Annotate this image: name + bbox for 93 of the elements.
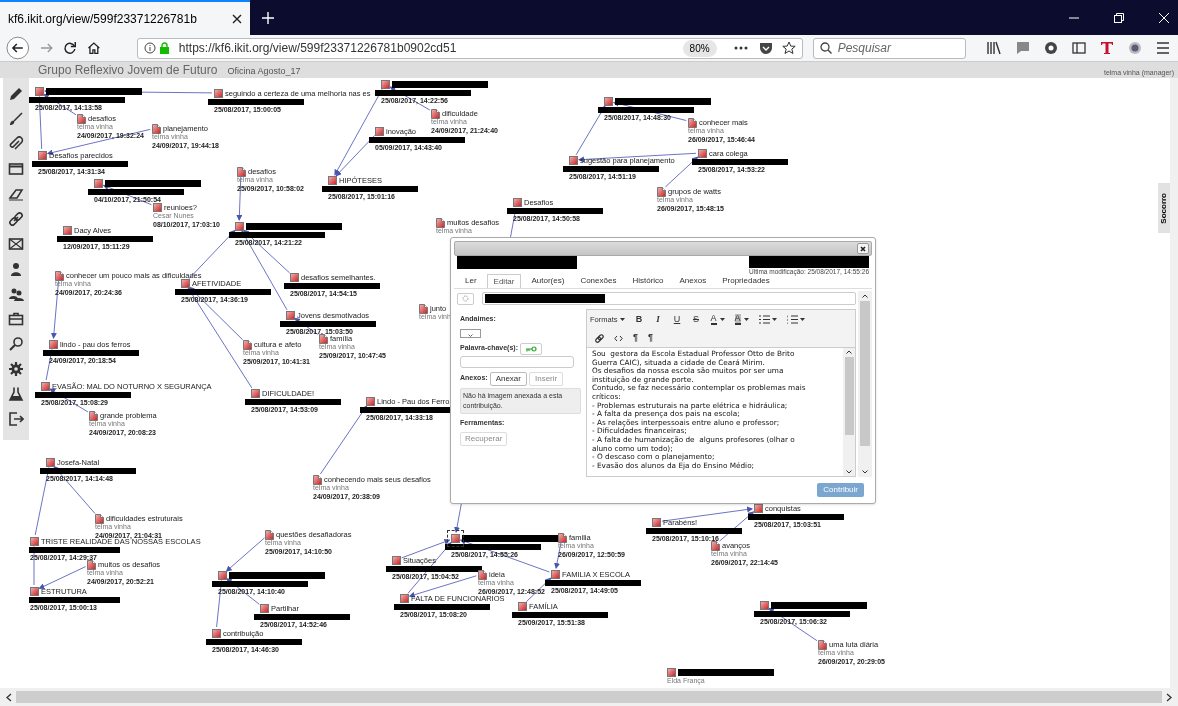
speech-bubble-icon[interactable] — [1016, 41, 1030, 55]
dialog-tab[interactable]: Autor(es) — [523, 274, 573, 288]
address-bar[interactable]: https://kf6.ikit.org/view/599f23371226781b0902cd51 80% — [136, 37, 803, 59]
pencil-icon[interactable] — [8, 86, 24, 102]
close-icon — [860, 245, 866, 252]
dialog-tab[interactable]: Histórico — [624, 274, 672, 288]
search-field[interactable]: Pesquisar — [812, 37, 966, 59]
person-icon[interactable] — [8, 261, 24, 277]
info-icon[interactable] — [143, 42, 156, 54]
zoom-level[interactable]: 80% — [682, 39, 717, 57]
link-arrow — [225, 537, 265, 572]
caret-icon — [743, 318, 749, 321]
code-icon[interactable] — [614, 334, 623, 342]
window-icon[interactable] — [8, 161, 24, 177]
eraser-icon[interactable] — [8, 186, 24, 202]
menu-icon[interactable] — [1156, 42, 1170, 54]
view-title: Oficina Agosto_17 — [227, 65, 301, 78]
reload-icon[interactable] — [63, 41, 78, 55]
forward-icon[interactable] — [39, 41, 54, 55]
url-text: https://kf6.ikit.org/view/599f23371226781b0902cd51 — [178, 40, 457, 57]
logout-icon[interactable] — [8, 411, 24, 427]
attachment-button[interactable]: Anexar — [489, 371, 527, 386]
browser-tab[interactable]: kf6.ikit.org/view/599f23371226781b — [0, 0, 250, 35]
link-arrow — [319, 405, 368, 475]
home-icon[interactable] — [87, 41, 101, 55]
scrollbar-thumb[interactable] — [16, 691, 1162, 703]
restore-icon[interactable] — [1113, 11, 1125, 24]
document-icon[interactable] — [478, 569, 487, 580]
title-field[interactable] — [482, 292, 856, 305]
link-icon[interactable] — [8, 211, 24, 227]
tab-title: kf6.ikit.org/view/599f23371226781b — [8, 10, 198, 28]
more-icon[interactable] — [733, 46, 748, 50]
format-button[interactable]: S — [691, 312, 701, 327]
scroll-down-icon[interactable] — [862, 470, 869, 474]
keyword-field[interactable] — [460, 355, 574, 368]
eye-icon[interactable] — [1044, 41, 1058, 55]
numbered-list-icon[interactable] — [786, 315, 805, 324]
vertical-scrollbar[interactable] — [1170, 78, 1178, 688]
ltr-button[interactable]: ¶ — [633, 331, 638, 345]
document-icon[interactable] — [711, 540, 720, 551]
scroll-up-icon[interactable] — [846, 350, 853, 354]
format-button[interactable]: B — [634, 312, 644, 327]
shield-icon[interactable] — [758, 41, 773, 55]
format-button[interactable]: U — [672, 312, 682, 327]
dialog-tab[interactable]: Anexos — [671, 274, 715, 288]
caret-icon — [468, 333, 473, 337]
flask-icon[interactable] — [8, 386, 24, 402]
circle-icon[interactable] — [1128, 41, 1142, 55]
brush-icon[interactable] — [8, 111, 24, 127]
settings-icon[interactable] — [8, 361, 24, 377]
back-icon[interactable] — [6, 36, 30, 60]
link-icon[interactable] — [595, 333, 604, 343]
community-title: Grupo Reflexivo Jovem de Futuro — [38, 63, 218, 78]
document-icon[interactable] — [87, 559, 96, 570]
scrollbar-thumb[interactable] — [860, 301, 871, 446]
dialog-scrollbar[interactable] — [858, 291, 872, 477]
background-color-button[interactable]: A — [734, 314, 749, 325]
scroll-up-icon[interactable] — [862, 294, 869, 298]
lock-icon — [158, 42, 170, 54]
rtl-button[interactable]: ¶ — [648, 331, 654, 345]
search-icon[interactable] — [8, 336, 24, 352]
caret-icon — [719, 318, 725, 321]
dotted-circle-icon — [462, 295, 469, 302]
sidebar-icon[interactable] — [1072, 41, 1086, 55]
bullet-list-icon[interactable] — [758, 315, 777, 324]
new-tab-icon[interactable] — [261, 10, 275, 25]
paperclip-icon[interactable] — [8, 136, 24, 152]
star-icon[interactable] — [781, 41, 796, 55]
help-tab[interactable]: Socorro — [1158, 183, 1170, 233]
close-icon[interactable] — [232, 13, 242, 24]
envelope-x-icon[interactable] — [8, 236, 24, 252]
dialog-tab[interactable]: Propriedades — [714, 274, 778, 288]
dialog-tab[interactable]: Editar — [486, 274, 522, 288]
dialog-tab[interactable]: Ler — [457, 274, 485, 288]
dialog-tab[interactable]: Conexões — [572, 274, 625, 288]
editor-scrollbar[interactable] — [843, 348, 856, 476]
horizontal-scrollbar[interactable] — [0, 688, 1178, 706]
serif-t-icon[interactable] — [1100, 41, 1114, 55]
scroll-down-icon[interactable] — [846, 470, 853, 474]
caret-icon — [619, 318, 625, 321]
scaffold-select[interactable] — [460, 328, 481, 338]
people-icon[interactable] — [8, 286, 24, 302]
key-icon — [525, 345, 537, 352]
scroll-right-icon[interactable] — [1166, 692, 1172, 702]
format-button[interactable]: I — [653, 312, 663, 327]
search-icon — [819, 42, 832, 54]
search-placeholder: Pesquisar — [837, 40, 891, 57]
scroll-left-icon[interactable] — [6, 692, 12, 702]
scrollbar-thumb[interactable] — [844, 357, 854, 435]
text-color-button[interactable]: A — [710, 314, 725, 325]
library-icon[interactable] — [986, 41, 1002, 55]
close-button[interactable] — [857, 243, 869, 254]
briefcase-icon[interactable] — [8, 311, 24, 327]
